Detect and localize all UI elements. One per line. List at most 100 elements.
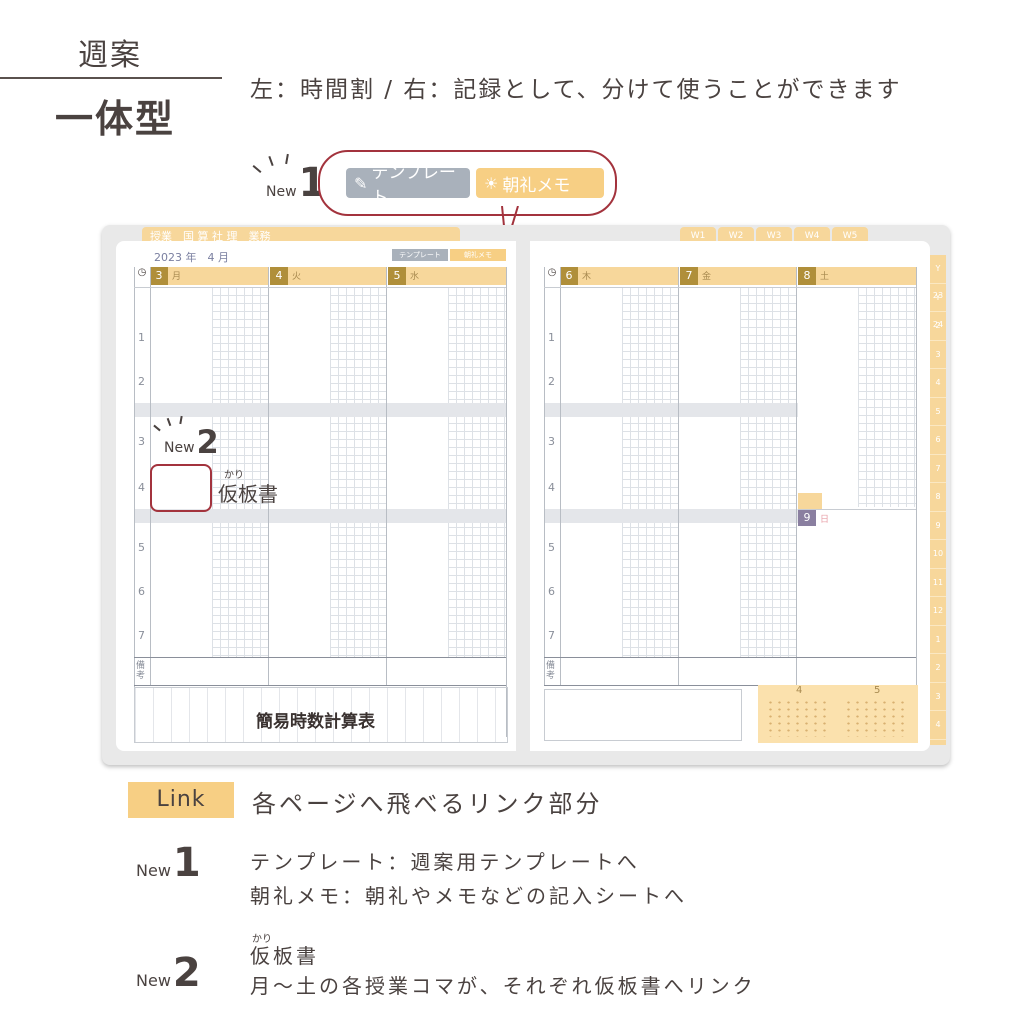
period-number: 3	[138, 435, 145, 448]
period-number: 6	[548, 585, 555, 598]
break-band	[544, 403, 798, 417]
sparkle-icon	[268, 155, 274, 167]
day-number: 8	[798, 267, 816, 285]
memo-grid	[330, 287, 386, 657]
new-label: New	[266, 184, 297, 200]
grid-line	[796, 267, 797, 685]
break-band	[134, 403, 506, 417]
memo-grid	[448, 287, 506, 657]
legend-item-1-line-2: 朝礼メモ：朝礼やメモなどの記入シートへ	[250, 884, 687, 908]
legend-item-1-line-1: テンプレート：週案用テンプレートへ	[250, 850, 640, 874]
month-tab[interactable]: 3	[930, 683, 946, 711]
month-tab[interactable]: 4	[930, 369, 946, 398]
day-header[interactable]: 9 日	[798, 509, 916, 526]
memo-grid	[622, 287, 678, 657]
grid-line	[916, 267, 917, 685]
page-subtitle: 左：時間割 / 右：記録として、分けて使うことができます	[250, 77, 902, 103]
legend-item-2-line-1: 仮板書	[250, 944, 319, 968]
link-tag: Link	[128, 782, 234, 818]
sparkle-icon	[285, 153, 289, 165]
weekday: 火	[292, 272, 302, 282]
period-number: 2	[138, 375, 145, 388]
day-number: 7	[680, 267, 698, 285]
remarks-label: 備考	[136, 661, 146, 681]
period-number: 5	[138, 541, 145, 554]
hours-calc-label: 簡易時数計算表	[256, 712, 375, 732]
new-number: 1	[172, 840, 201, 886]
period-number: 1	[548, 331, 555, 344]
month-tab[interactable]: 2	[930, 654, 946, 683]
month-tab[interactable]: 1	[930, 626, 946, 654]
grid-line	[134, 685, 506, 686]
weekday: 月	[172, 272, 182, 282]
record-page: ◷ 6 木 7 金 8 土 9 日 1 2 3 4 5 6 7 備考 4 5	[530, 241, 930, 751]
month-tab[interactable]: 4	[930, 711, 946, 740]
mini-template-link[interactable]: テンプレート	[392, 249, 448, 261]
new-label: New	[136, 971, 171, 990]
grid-line	[134, 287, 506, 288]
month-tab[interactable]: 3	[930, 341, 946, 369]
month-tab[interactable]: 5	[930, 398, 946, 426]
lesson-slot-highlight[interactable]	[150, 464, 212, 512]
memo-grid	[858, 287, 916, 507]
month-tab[interactable]: 11	[930, 569, 946, 597]
remarks-label: 備考	[546, 661, 556, 681]
day-number: 6	[560, 267, 578, 285]
draft-board-label: 仮板書	[218, 482, 278, 506]
day-header[interactable]: 3 月	[150, 267, 268, 285]
day-number: 5	[388, 267, 406, 285]
month-tab[interactable]: 10	[930, 540, 946, 569]
month-tab[interactable]: 9	[930, 512, 946, 540]
page-title: 一体型	[54, 97, 175, 141]
month-tab[interactable]: 12	[930, 597, 946, 626]
month-side-tabs: Y 23 Y 24 2 3 4 5 6 7 8 9 10 11 12 1 2 3…	[930, 255, 946, 745]
memo-grid	[740, 287, 796, 657]
link-description: 各ページへ飛べるリンク部分	[252, 790, 603, 818]
new-label: New	[136, 861, 171, 880]
day-header[interactable]: 4 火	[270, 267, 386, 285]
month-tab[interactable]: 6	[930, 426, 946, 455]
new-badge-2: New 2	[136, 950, 201, 996]
period-number: 2	[548, 375, 555, 388]
calendar-days	[766, 699, 832, 737]
date-header: 2023 年 4 月	[154, 251, 229, 264]
new-badge-2: New 2	[164, 423, 219, 461]
template-link-button[interactable]: ✎ テンプレート	[346, 163, 470, 208]
sunday-marker	[798, 493, 822, 509]
grid-line	[544, 287, 916, 288]
grid-line	[268, 267, 269, 685]
month-tab[interactable]: 8	[930, 483, 946, 512]
sunrise-icon: ☀	[484, 173, 499, 193]
weekday: 土	[820, 272, 830, 282]
day-header[interactable]: 7 金	[680, 267, 796, 285]
legend-item-2-line-2: 月～土の各授業コマが、それぞれ仮板書へリンク	[250, 974, 756, 998]
weekday: 日	[820, 515, 830, 525]
new-number: 2	[196, 423, 219, 461]
grid-line	[134, 657, 506, 658]
mini-calendar[interactable]: 4 5	[758, 685, 918, 743]
link-callout: ✎ テンプレート ☀ 朝礼メモ	[318, 150, 617, 216]
grid-line	[386, 267, 387, 685]
day-header[interactable]: 6 木	[560, 267, 678, 285]
grid-line	[506, 267, 507, 737]
sparkle-icon	[252, 165, 262, 173]
period-number: 4	[548, 481, 555, 494]
calendar-days	[844, 699, 910, 737]
weekday: 水	[410, 272, 420, 282]
morning-memo-link-button[interactable]: ☀ 朝礼メモ	[476, 168, 604, 198]
grid-line	[544, 267, 545, 685]
month-tab[interactable]: Y 23	[930, 255, 946, 300]
period-number: 7	[548, 629, 555, 642]
month-tab[interactable]: 7	[930, 455, 946, 483]
mini-morning-link[interactable]: 朝礼メモ	[450, 249, 506, 261]
grid-line	[678, 267, 679, 685]
period-number: 7	[138, 629, 145, 642]
day-header[interactable]: 5 水	[388, 267, 506, 285]
new-number: 2	[172, 950, 201, 996]
notes-box[interactable]	[544, 689, 742, 741]
day-number: 4	[270, 267, 288, 285]
period-number: 4	[138, 481, 145, 494]
day-number: 3	[150, 267, 168, 285]
day-header[interactable]: 8 土	[798, 267, 916, 285]
calendar-month: 5	[874, 685, 881, 696]
